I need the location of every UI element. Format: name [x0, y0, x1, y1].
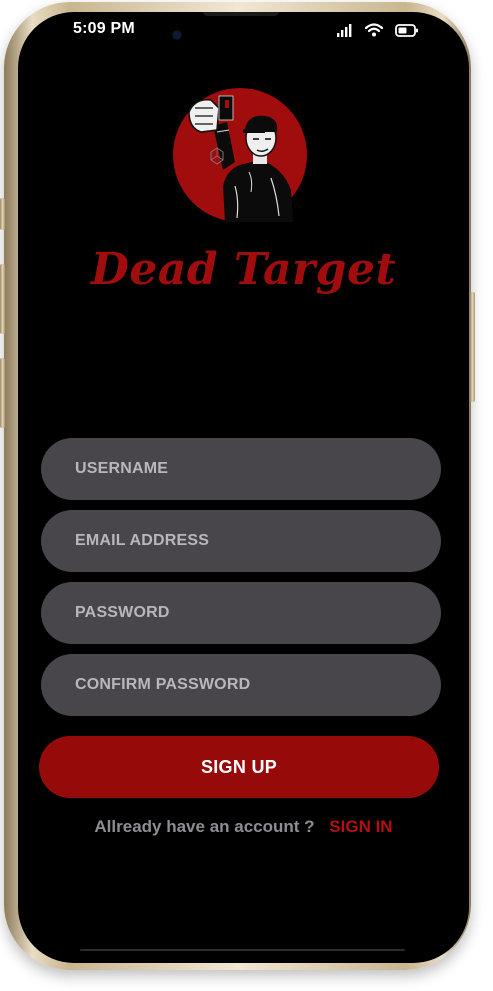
username-field[interactable]: USERNAME: [41, 438, 441, 500]
password-placeholder: PASSWORD: [75, 604, 170, 621]
sign-in-prompt-row: Allready have an account ? SIGN IN: [18, 817, 469, 837]
battery-icon: [395, 23, 418, 37]
confirm-password-placeholder: CONFIRM PASSWORD: [75, 676, 251, 693]
power-button: [470, 292, 475, 402]
username-placeholder: USERNAME: [75, 460, 169, 477]
status-bar: 5:09 PM: [18, 12, 469, 52]
home-indicator[interactable]: [80, 949, 405, 951]
email-placeholder: EMAIL ADDRESS: [75, 532, 210, 549]
sign-up-label: SIGN UP: [200, 756, 278, 777]
account-prompt-text: Allready have an account ?: [94, 817, 315, 836]
confirm-password-field[interactable]: CONFIRM PASSWORD: [41, 654, 441, 716]
status-icons: [337, 23, 419, 37]
app-screen: 5:09 PM Dead Target USERNAME EMAIL ADDRE…: [18, 12, 469, 963]
sign-in-link[interactable]: SIGN IN: [329, 817, 392, 836]
password-field[interactable]: PASSWORD: [41, 582, 441, 644]
phone-frame: 5:09 PM Dead Target USERNAME EMAIL ADDRE…: [0, 2, 475, 970]
app-title: Dead Target: [90, 244, 397, 295]
volume-down-button: [0, 358, 5, 428]
volume-up-button: [0, 264, 5, 334]
mute-switch: [0, 198, 5, 230]
email-field[interactable]: EMAIL ADDRESS: [41, 510, 441, 572]
shooter-logo: [173, 88, 307, 222]
sign-up-button[interactable]: SIGN UP: [39, 736, 439, 798]
cellular-signal-icon: [337, 23, 352, 37]
status-time: 5:09 PM: [73, 20, 135, 37]
wifi-icon: [365, 23, 383, 37]
